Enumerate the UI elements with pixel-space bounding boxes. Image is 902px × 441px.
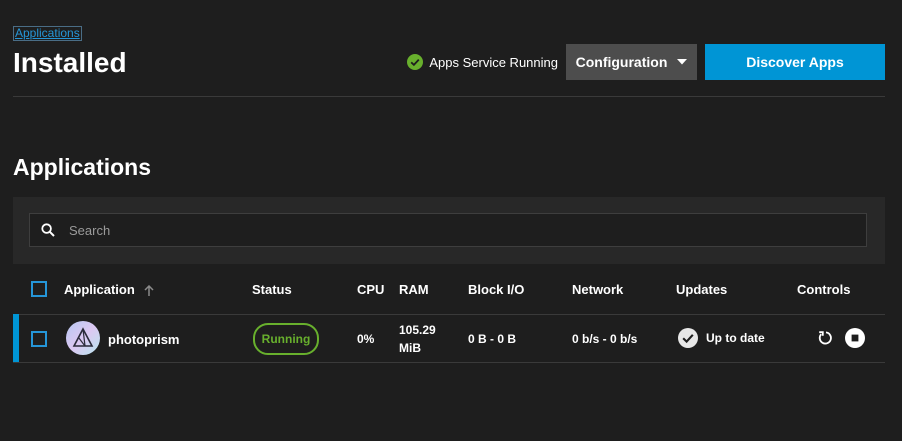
table-row[interactable]: photoprism Running 0% 105.29 MiB 0 B - 0… [13,314,885,363]
column-block-io: Block I/O [468,282,525,297]
page-title: Installed [13,47,127,78]
service-status: Apps Service Running [407,54,558,70]
search-icon [41,223,55,237]
header-divider [13,96,885,97]
service-status-label: Apps Service Running [429,54,558,70]
ram-value: 105.29 MiB [399,323,436,355]
column-application[interactable]: Application [64,283,154,297]
check-circle-icon [678,328,698,348]
cpu-value: 0% [357,332,375,346]
check-circle-icon [407,54,424,70]
search-box[interactable] [29,213,867,247]
stop-icon[interactable] [845,328,865,348]
row-checkbox[interactable] [31,331,47,347]
photoprism-logo-icon [66,321,100,355]
app-name[interactable]: photoprism [108,332,180,347]
column-controls: Controls [797,282,851,297]
select-all-checkbox[interactable] [31,281,47,297]
header-actions: Apps Service Running Configuration Disco… [407,44,885,80]
block-io-value: 0 B - 0 B [468,332,517,346]
column-application-label: Application [64,282,135,297]
search-input[interactable] [67,221,831,239]
caret-down-icon [677,59,688,65]
column-updates: Updates [676,282,728,297]
column-cpu: CPU [357,282,385,297]
discover-apps-button[interactable]: Discover Apps [705,44,885,80]
column-network: Network [572,282,624,297]
column-ram: RAM [399,282,429,297]
table-header: Application Status CPU RAM Block I/O Net… [13,266,885,315]
configuration-button[interactable]: Configuration [566,44,697,80]
status-badge: Running [253,323,319,355]
network-value: 0 b/s - 0 b/s [572,332,638,346]
updates-cell: Up to date [678,328,765,348]
row-selected-indicator [13,314,19,362]
breadcrumb[interactable]: Applications [13,26,82,41]
arrow-up-icon [144,284,154,297]
configuration-label: Configuration [575,54,668,70]
updates-value: Up to date [706,331,765,345]
restart-icon[interactable] [815,328,835,348]
section-title: Applications [13,154,152,180]
search-panel [13,197,885,264]
column-status: Status [252,282,292,297]
